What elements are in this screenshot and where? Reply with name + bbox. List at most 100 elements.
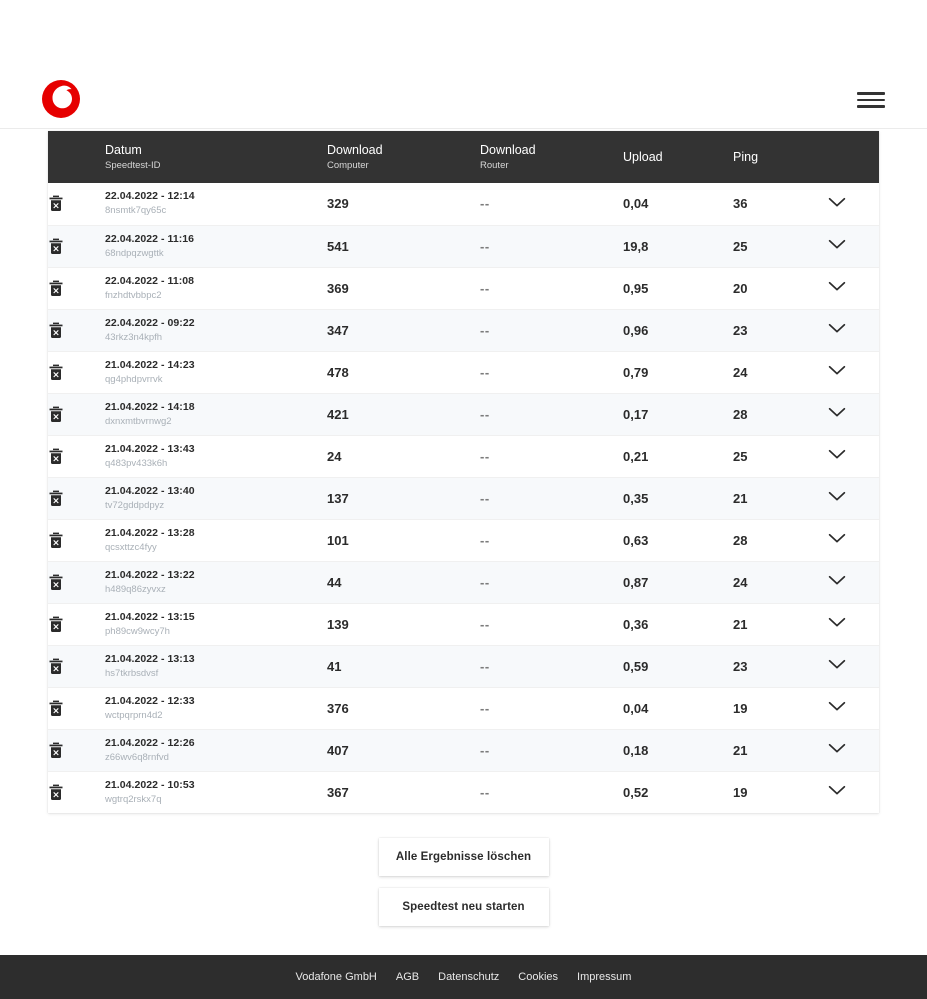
row-delete-cell[interactable] (48, 603, 105, 645)
chevron-down-icon[interactable] (828, 617, 846, 628)
row-expand-cell[interactable] (828, 729, 879, 771)
row-delete-cell[interactable] (48, 351, 105, 393)
footer-link[interactable]: AGB (396, 971, 419, 983)
trash-icon[interactable] (48, 532, 64, 549)
row-expand-cell[interactable] (828, 309, 879, 351)
chevron-down-icon[interactable] (828, 491, 846, 502)
trash-icon[interactable] (48, 406, 64, 423)
trash-icon[interactable] (48, 322, 64, 339)
table-row[interactable]: 21.04.2022 - 13:15 ph89cw9wcy7h 139 -- 0,36 2… (48, 603, 879, 645)
row-delete-cell[interactable] (48, 435, 105, 477)
vodafone-logo[interactable] (41, 79, 81, 119)
trash-icon[interactable] (48, 195, 64, 212)
row-date-cell: 21.04.2022 - 13:22 h489q86zyvxz (105, 561, 327, 603)
row-expand-cell[interactable] (828, 435, 879, 477)
table-row[interactable]: 22.04.2022 - 11:08 fnzhdtvbbpc2 369 -- 0,95 2… (48, 267, 879, 309)
row-delete-cell[interactable] (48, 519, 105, 561)
row-expand-cell[interactable] (828, 645, 879, 687)
trash-icon[interactable] (48, 784, 64, 801)
row-delete-cell[interactable] (48, 771, 105, 813)
hamburger-menu-icon[interactable] (857, 90, 885, 110)
footer-link[interactable]: Vodafone GmbH (296, 971, 377, 983)
footer-link[interactable]: Impressum (577, 971, 631, 983)
trash-icon[interactable] (48, 742, 64, 759)
row-delete-cell[interactable] (48, 225, 105, 267)
trash-icon[interactable] (48, 658, 64, 675)
chevron-down-icon[interactable] (828, 533, 846, 544)
chevron-down-icon[interactable] (828, 365, 846, 376)
trash-icon[interactable] (48, 700, 64, 717)
chevron-down-icon[interactable] (828, 449, 846, 460)
row-download-computer-cell: 41 (327, 645, 480, 687)
table-row[interactable]: 22.04.2022 - 12:14 8nsmtk7qy65c 329 -- 0,04 3… (48, 183, 879, 225)
table-row[interactable]: 21.04.2022 - 13:43 q483pv433k6h 24 -- 0,21 25 (48, 435, 879, 477)
trash-icon[interactable] (48, 364, 64, 381)
chevron-down-icon[interactable] (828, 701, 846, 712)
chevron-down-icon[interactable] (828, 407, 846, 418)
row-delete-cell[interactable] (48, 393, 105, 435)
row-expand-cell[interactable] (828, 561, 879, 603)
row-expand-cell[interactable] (828, 519, 879, 561)
row-speedtest-id: dxnxmtbvrnwg2 (105, 415, 172, 427)
trash-icon[interactable] (48, 238, 64, 255)
row-expand-cell[interactable] (828, 603, 879, 645)
table-row[interactable]: 21.04.2022 - 13:13 hs7tkrbsdvsf 41 -- 0,59 23 (48, 645, 879, 687)
table-row[interactable]: 21.04.2022 - 13:22 h489q86zyvxz 44 -- 0,87 24 (48, 561, 879, 603)
row-ping-value: 28 (733, 532, 748, 548)
row-delete-cell[interactable] (48, 477, 105, 519)
trash-icon[interactable] (48, 280, 64, 297)
row-expand-cell[interactable] (828, 477, 879, 519)
row-upload-cell: 19,8 (623, 225, 733, 267)
trash-icon[interactable] (48, 574, 64, 591)
row-download-computer-value: 407 (327, 742, 349, 758)
chevron-down-icon[interactable] (828, 323, 846, 334)
table-row[interactable]: 21.04.2022 - 13:28 qcsxttzc4fyy 101 -- 0,63 2… (48, 519, 879, 561)
row-date-time: 21.04.2022 - 13:15 (105, 610, 195, 623)
row-delete-cell[interactable] (48, 309, 105, 351)
row-upload-cell: 0,36 (623, 603, 733, 645)
footer-link[interactable]: Cookies (518, 971, 558, 983)
row-date-time: 22.04.2022 - 11:16 (105, 232, 195, 245)
row-delete-cell[interactable] (48, 645, 105, 687)
row-download-router-cell: -- (480, 687, 623, 729)
chevron-down-icon[interactable] (828, 659, 846, 670)
table-row[interactable]: 22.04.2022 - 09:22 43rkz3n4kpfh 347 -- 0,96 2… (48, 309, 879, 351)
chevron-down-icon[interactable] (828, 239, 846, 250)
table-row[interactable]: 21.04.2022 - 12:33 wctpqrprn4d2 376 -- 0,04 1… (48, 687, 879, 729)
chevron-down-icon[interactable] (828, 743, 846, 754)
table-row[interactable]: 21.04.2022 - 12:26 z66wv6q8rnfvd 407 -- 0,18… (48, 729, 879, 771)
chevron-down-icon[interactable] (828, 281, 846, 292)
row-expand-cell[interactable] (828, 771, 879, 813)
row-expand-cell[interactable] (828, 687, 879, 729)
footer-link[interactable]: Datenschutz (438, 971, 499, 983)
row-delete-cell[interactable] (48, 729, 105, 771)
table-row[interactable]: 21.04.2022 - 13:40 tv72gddpdpyz 137 -- 0,35 2… (48, 477, 879, 519)
delete-all-results-button[interactable]: Alle Ergebnisse löschen (378, 838, 549, 876)
chevron-down-icon[interactable] (828, 197, 846, 208)
row-expand-cell[interactable] (828, 351, 879, 393)
chevron-down-icon[interactable] (828, 575, 846, 586)
row-download-router-value: -- (480, 196, 490, 212)
row-expand-cell[interactable] (828, 267, 879, 309)
row-expand-cell[interactable] (828, 225, 879, 267)
row-expand-cell[interactable] (828, 183, 879, 225)
trash-icon[interactable] (48, 490, 64, 507)
restart-speedtest-button[interactable]: Speedtest neu starten (378, 888, 549, 926)
table-row[interactable]: 21.04.2022 - 14:18 dxnxmtbvrnwg2 421 -- 0,17… (48, 393, 879, 435)
table-row[interactable]: 21.04.2022 - 14:23 qg4phdpvrrvk 478 -- 0,79 2… (48, 351, 879, 393)
table-row[interactable]: 22.04.2022 - 11:16 68ndpqzwgttk 541 -- 19,8 2… (48, 225, 879, 267)
row-delete-cell[interactable] (48, 267, 105, 309)
row-date-cell: 22.04.2022 - 12:14 8nsmtk7qy65c (105, 183, 327, 225)
row-download-router-value: -- (480, 490, 490, 506)
row-date-cell: 21.04.2022 - 12:33 wctpqrprn4d2 (105, 687, 327, 729)
row-delete-cell[interactable] (48, 183, 105, 225)
row-delete-cell[interactable] (48, 687, 105, 729)
trash-icon[interactable] (48, 448, 64, 465)
trash-icon[interactable] (48, 616, 64, 633)
chevron-down-icon[interactable] (828, 785, 846, 796)
table-row[interactable]: 21.04.2022 - 10:53 wgtrq2rskx7q 367 -- 0,52 1… (48, 771, 879, 813)
row-download-computer-cell: 478 (327, 351, 480, 393)
row-date-time: 22.04.2022 - 12:14 (105, 190, 195, 203)
row-delete-cell[interactable] (48, 561, 105, 603)
row-expand-cell[interactable] (828, 393, 879, 435)
